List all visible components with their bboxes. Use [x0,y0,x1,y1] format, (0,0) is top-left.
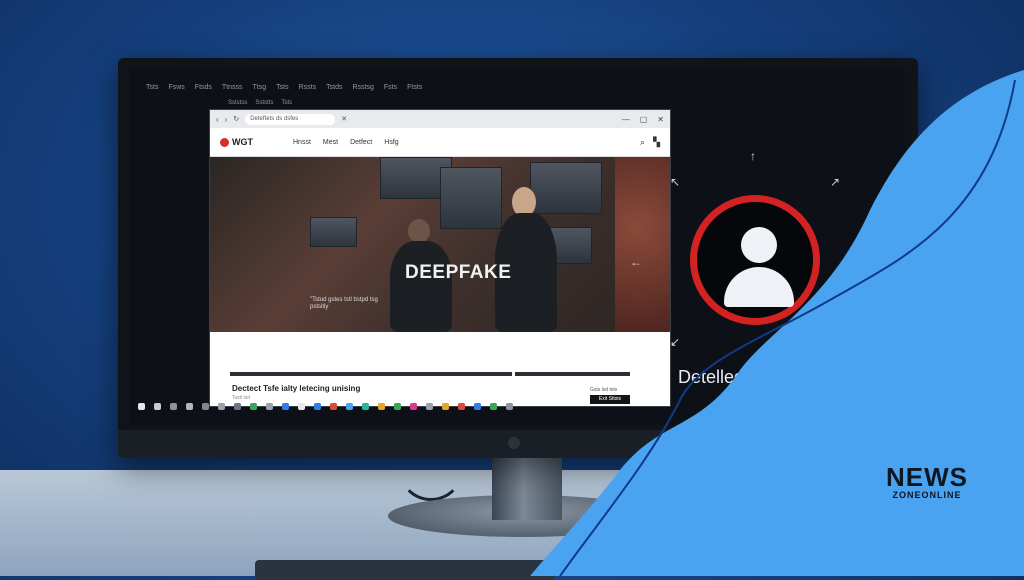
app-icon[interactable] [458,402,465,410]
menu-item[interactable]: Rsstsg [352,84,373,91]
scene-block [440,167,502,229]
app-icon[interactable] [282,402,289,410]
bottom-title: Dectect Tsfe ialty letecing unising [232,384,361,393]
detection-label: Detelled ligait [678,367,787,387]
app-icon[interactable] [426,402,433,410]
menu-item[interactable]: Ftsts [407,84,422,91]
app-icon[interactable] [490,402,497,410]
site-navbar: WGT Hnsst Mest Detfect Hsfg ⌕ ▚ [210,128,670,157]
app-icon[interactable] [202,402,209,410]
close-button[interactable]: ✕ [657,115,664,124]
brand-sub-text: ZONEONLINE [892,490,962,500]
hero-title: DEEPFAKE [405,262,512,283]
app-icon[interactable] [234,402,241,410]
scene-block [310,217,357,247]
back-icon[interactable]: ‹ [216,115,219,124]
arrow-up-icon: ↑ [750,149,756,163]
arrow-upright-icon: ↗ [830,175,841,189]
reload-icon[interactable]: ↻ [233,115,239,123]
app-icon[interactable] [170,402,177,410]
app-icon[interactable] [314,402,321,410]
brand-news-text: NEWS [886,462,968,492]
sub-item[interactable]: Tsts [281,100,292,106]
app-icon[interactable] [506,402,513,410]
exit-button[interactable]: Exit Sttsts [590,395,630,404]
person-head [408,219,430,243]
browser-toolbar: ‹ › ↻ Deteftets ds dsfes ✕ — ▢ ✕ [210,110,670,128]
user-icon-head [741,227,777,263]
app-icon[interactable] [298,402,305,410]
app-icon[interactable] [378,402,385,410]
nav-link[interactable]: Hsfg [384,139,398,146]
app-icon[interactable] [186,402,193,410]
star-icon[interactable] [154,402,161,410]
menu-item[interactable]: Tstds [326,84,342,91]
search-icon[interactable]: ⌕ [640,137,645,148]
start-icon[interactable] [138,402,145,410]
site-logo-icon [220,137,229,147]
nav-link[interactable]: Detfect [350,139,372,146]
nav-link[interactable]: Mest [323,139,338,146]
app-icon[interactable] [330,402,337,410]
nav-link[interactable]: Hnsst [293,139,311,146]
site-nav: Hnsst Mest Detfect Hsfg [293,139,399,146]
app-icon[interactable] [394,402,401,410]
menu-item[interactable]: Fsts [384,84,397,91]
app-icon[interactable] [362,402,369,410]
face-detection-graphic: ↑ ← ↖ ↗ ↙ [630,149,840,349]
window-controls: — ▢ ✕ [622,115,664,124]
bottom-right-text: Gsts lsd tsts [590,387,618,393]
address-bar[interactable]: Deteftets ds dsfes [245,113,336,125]
hero-image: DEEPFAKE "Tstud gstes tstl bstpd tsg pst… [210,157,670,332]
menu-item[interactable]: Tsts [276,84,288,91]
desktop-menu-bar: Tsts Fsws Ftsds Ttnsss Ttsg Tsts Rssts T… [146,84,422,91]
forward-icon[interactable]: › [225,115,228,124]
browser-window: ‹ › ↻ Deteftets ds dsfes ✕ — ▢ ✕ WGT Hns… [210,110,670,406]
tab-close-icon[interactable]: ✕ [341,115,347,123]
app-icon[interactable] [474,402,481,410]
app-icon[interactable] [410,402,417,410]
scene-rock [615,157,670,332]
app-icon[interactable] [266,402,273,410]
arrow-upleft-icon: ↖ [670,175,681,189]
app-icon[interactable] [250,402,257,410]
minimize-button[interactable]: — [622,115,630,124]
menu-item[interactable]: Tsts [146,84,158,91]
monitor-stand-neck [492,455,562,520]
site-logo[interactable]: WGT [232,137,253,147]
news-brand: NEWS ZONEONLINE [886,464,968,500]
nav-icons: ⌕ ▚ [640,137,660,148]
keyboard [255,560,555,580]
app-icon[interactable] [218,402,225,410]
maximize-button[interactable]: ▢ [640,115,648,124]
taskbar [138,398,513,414]
sub-item[interactable]: Sststss [228,100,247,106]
apple-logo-icon [508,437,520,449]
desktop-sub-bar: Sststss Sststts Tsts [228,100,292,106]
sub-item[interactable]: Sststts [255,100,273,106]
person-figure [390,241,452,332]
hero-caption: "Tstud gstes tstl bstpd tsg pstsitiy [310,297,378,310]
monitor-screen: Tsts Fsws Ftsds Ttnsss Ttsg Tsts Rssts T… [130,70,905,425]
menu-item[interactable]: Rssts [299,84,317,91]
menu-item[interactable]: Ttsg [253,84,267,91]
app-icon[interactable] [346,402,353,410]
menu-item[interactable]: Ttnsss [222,84,243,91]
arrow-downleft-icon: ↙ [670,335,681,349]
progress-bar [230,372,630,376]
menu-item[interactable]: Ftsds [195,84,212,91]
menu-icon[interactable]: ▚ [653,137,660,148]
arrow-left-icon: ← [630,255,642,269]
scene-block [530,162,602,214]
menu-item[interactable]: Fsws [168,84,184,91]
app-icon[interactable] [442,402,449,410]
